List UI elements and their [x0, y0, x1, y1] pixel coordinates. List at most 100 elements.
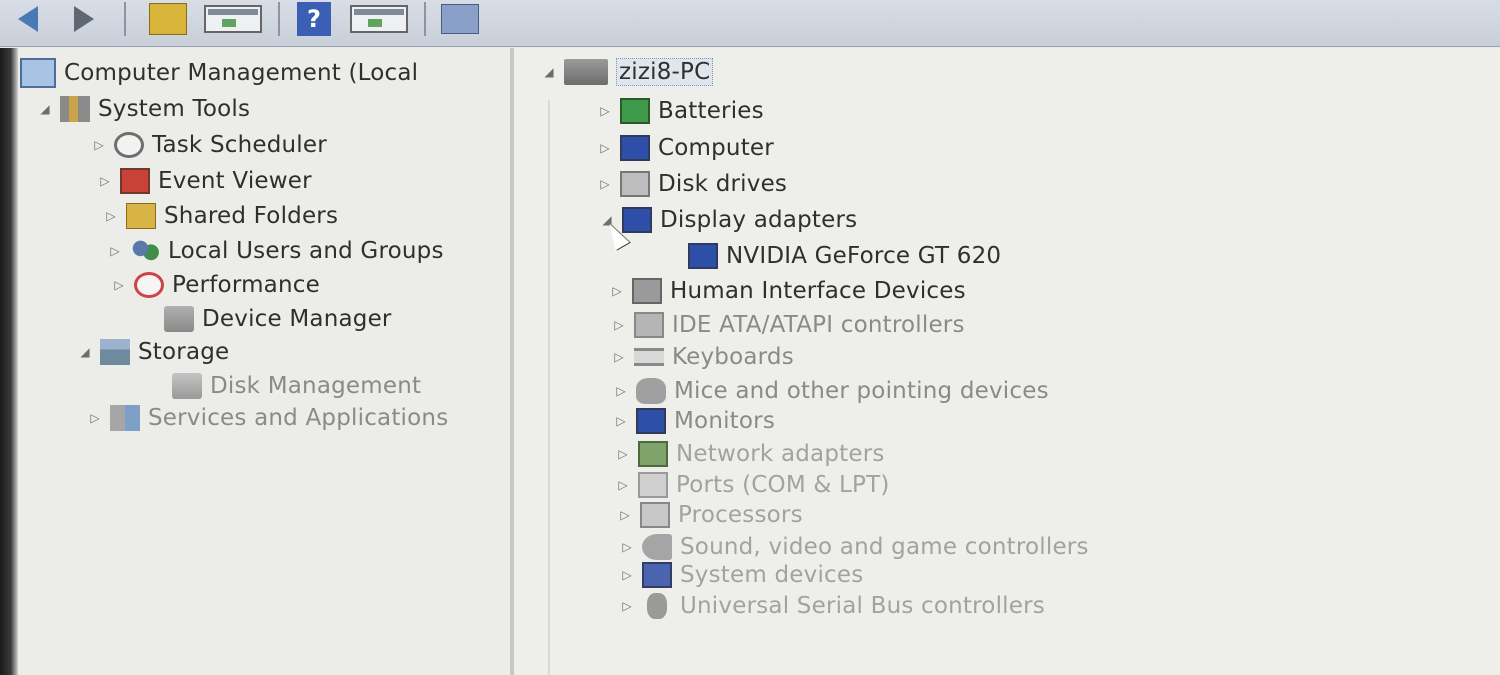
disk-drive-icon	[620, 171, 650, 197]
help-icon: ?	[297, 2, 331, 36]
tree-item-storage[interactable]: ◢ Storage	[76, 339, 229, 365]
forward-button[interactable]	[64, 2, 104, 36]
device-category-computer[interactable]: ▷ Computer	[596, 135, 774, 161]
device-category-disk-drives[interactable]: ▷ Disk drives	[596, 171, 787, 197]
port-icon	[638, 472, 668, 498]
expand-arrow-icon[interactable]: ▷	[610, 318, 628, 332]
ide-controller-icon	[634, 312, 664, 338]
usb-icon	[647, 593, 667, 619]
expand-arrow-icon[interactable]: ▷	[614, 447, 632, 461]
tree-item-event-viewer[interactable]: ▷ Event Viewer	[96, 168, 312, 194]
disk-icon	[172, 373, 202, 399]
collapse-arrow-icon[interactable]: ◢	[76, 345, 94, 359]
tree-item-label: System Tools	[98, 96, 251, 122]
device-category-sound-video-game-controllers[interactable]: ▷ Sound, video and game controllers	[618, 534, 1089, 560]
device-category-monitors[interactable]: ▷ Monitors	[612, 408, 775, 434]
tools-icon	[60, 96, 90, 122]
tree-item-task-scheduler[interactable]: ▷ Task Scheduler	[90, 132, 327, 158]
tree-item-label: Performance	[172, 272, 320, 298]
expand-arrow-icon[interactable]: ▷	[596, 104, 614, 118]
help-button[interactable]: ?	[294, 2, 334, 36]
tree-item-shared-folders[interactable]: ▷ Shared Folders	[102, 203, 338, 229]
device-category-label: Processors	[678, 502, 803, 528]
device-manager-icon	[164, 306, 194, 332]
tree-item-device-manager[interactable]: Device Manager	[140, 306, 392, 332]
device-category-system-devices[interactable]: ▷ System devices	[618, 562, 863, 588]
device-nvidia-geforce-gt-620[interactable]: NVIDIA GeForce GT 620	[664, 243, 1001, 269]
expand-arrow-icon[interactable]: ▷	[618, 540, 636, 554]
tree-item-local-users-and-groups[interactable]: ▷ Local Users and Groups	[106, 238, 444, 264]
expand-arrow-icon[interactable]: ▷	[86, 411, 104, 425]
system-device-icon	[642, 562, 672, 588]
show-hide-console-tree-button[interactable]	[200, 2, 266, 36]
expand-arrow-icon[interactable]: ▷	[90, 138, 108, 152]
device-category-ports-com-lpt[interactable]: ▷ Ports (COM & LPT)	[614, 472, 890, 498]
toolbar: ?	[0, 0, 1500, 47]
device-category-display-adapters[interactable]: ◢ Display adapters	[598, 207, 857, 233]
device-category-keyboards[interactable]: ▷ Keyboards	[610, 344, 794, 370]
tree-item-system-tools[interactable]: ◢ System Tools	[36, 96, 250, 122]
expand-arrow-icon[interactable]: ▷	[596, 177, 614, 191]
expand-arrow-icon[interactable]: ▷	[102, 209, 120, 223]
expand-arrow-icon[interactable]: ▷	[618, 568, 636, 582]
tree-item-label: Task Scheduler	[152, 132, 327, 158]
back-button[interactable]	[8, 2, 48, 36]
pc-icon	[564, 59, 608, 85]
device-category-label: System devices	[680, 562, 864, 588]
device-category-batteries[interactable]: ▷ Batteries	[596, 98, 764, 124]
back-arrow-icon	[18, 6, 38, 32]
device-category-mice-and-other-pointing-devices[interactable]: ▷ Mice and other pointing devices	[612, 378, 1049, 404]
device-category-network-adapters[interactable]: ▷ Network adapters	[614, 441, 885, 467]
expand-arrow-icon[interactable]: ▷	[618, 599, 636, 613]
device-properties-button[interactable]	[440, 2, 480, 36]
device-category-label: Sound, video and game controllers	[680, 534, 1089, 560]
computer-management-icon	[20, 58, 56, 88]
device-category-ide-ata-atapi-controllers[interactable]: ▷ IDE ATA/ATAPI controllers	[610, 312, 965, 338]
expand-arrow-icon[interactable]: ▷	[96, 174, 114, 188]
device-category-label: Universal Serial Bus controllers	[680, 593, 1045, 619]
collapse-arrow-icon[interactable]: ◢	[36, 102, 54, 116]
expand-arrow-icon[interactable]: ▷	[612, 384, 630, 398]
collapse-arrow-icon[interactable]: ◢	[540, 65, 558, 79]
expand-arrow-icon[interactable]: ▷	[110, 278, 128, 292]
device-category-label: Ports (COM & LPT)	[676, 472, 890, 498]
display-adapter-icon	[688, 243, 718, 269]
tree-item-performance[interactable]: ▷ Performance	[110, 272, 320, 298]
network-adapter-icon	[638, 441, 668, 467]
device-label: NVIDIA GeForce GT 620	[726, 243, 1002, 269]
expand-arrow-icon[interactable]: ▷	[616, 508, 634, 522]
tree-item-disk-management[interactable]: Disk Management	[148, 373, 421, 399]
tree-item-label: Disk Management	[210, 373, 422, 399]
device-category-universal-serial-bus-controllers[interactable]: ▷ Universal Serial Bus controllers	[618, 593, 1045, 619]
tree-item-label: Event Viewer	[158, 168, 312, 194]
expand-arrow-icon[interactable]: ▷	[610, 350, 628, 364]
expand-arrow-icon[interactable]: ▷	[596, 141, 614, 155]
device-category-human-interface-devices[interactable]: ▷ Human Interface Devices	[608, 278, 966, 304]
toolbar-separator	[278, 2, 280, 36]
show-hide-action-pane-button[interactable]	[346, 2, 412, 36]
device-category-processors[interactable]: ▷ Processors	[616, 502, 803, 528]
toolbar-separator	[124, 2, 126, 36]
tree-item-label: Services and Applications	[148, 405, 449, 431]
forward-arrow-icon	[74, 6, 94, 32]
shared-folder-icon	[126, 203, 156, 229]
device-tree-root[interactable]: ◢ zizi8-PC	[540, 58, 714, 86]
clock-icon	[114, 132, 144, 158]
sound-icon	[642, 534, 672, 560]
toolbar-separator	[424, 2, 426, 36]
tree-item-label: Local Users and Groups	[168, 238, 444, 264]
mouse-icon	[636, 378, 666, 404]
screen-bezel	[0, 48, 18, 675]
tree-root-computer-management[interactable]: Computer Management (Local	[20, 58, 418, 88]
up-one-level-button[interactable]	[148, 2, 188, 36]
expand-arrow-icon[interactable]: ▷	[612, 414, 630, 428]
device-category-label: Monitors	[674, 408, 776, 434]
tree-root-label: Computer Management (Local	[64, 60, 419, 86]
show-hide-console-tree-icon	[204, 5, 262, 33]
expand-arrow-icon[interactable]: ▷	[106, 244, 124, 258]
processor-icon	[640, 502, 670, 528]
expand-arrow-icon[interactable]: ▷	[608, 284, 626, 298]
device-tree-root-label: zizi8-PC	[616, 58, 714, 86]
expand-arrow-icon[interactable]: ▷	[614, 478, 632, 492]
tree-item-services-and-applications[interactable]: ▷ Services and Applications	[86, 405, 448, 431]
